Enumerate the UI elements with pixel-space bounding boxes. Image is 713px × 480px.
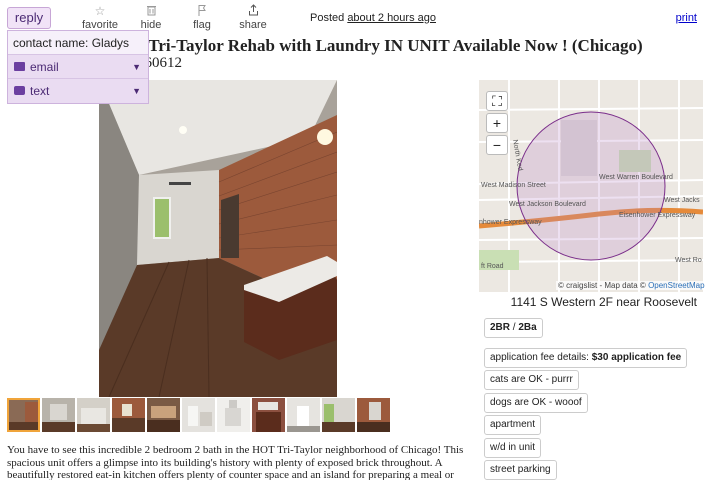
map-street-label: ft Road (481, 263, 504, 270)
map-attribution: © craigslist - Map data © OpenStreetMap (556, 281, 707, 290)
attr-application-fee: application fee details: $30 application… (484, 348, 688, 368)
text-option-label: text (30, 84, 50, 98)
attribution-text: © craigslist - Map data © (558, 281, 646, 290)
map-fullscreen-button[interactable]: ⛶ (486, 91, 508, 111)
posted-time-link[interactable]: about 2 hours ago (347, 12, 436, 24)
map-street-label: West Ro (675, 257, 702, 264)
share-label: share (239, 19, 267, 31)
attr-parking: street parking (484, 460, 557, 480)
thumbnail[interactable] (322, 398, 355, 432)
osm-link[interactable]: OpenStreetMap (648, 281, 704, 290)
chevron-down-icon: ▼ (132, 86, 141, 96)
email-option-label: email (30, 60, 59, 74)
map-street-label: West Warren Boulevard (599, 174, 673, 181)
thumbnail[interactable] (7, 398, 40, 432)
reply-button[interactable]: reply (7, 7, 51, 29)
fee-value: $30 application fee (591, 352, 682, 363)
favorite-button[interactable]: ☆ favorite (76, 4, 124, 31)
thumbnail[interactable] (42, 398, 75, 432)
map-zoom-in-button[interactable]: + (486, 113, 508, 133)
email-icon (14, 62, 25, 71)
attr-cats: cats are OK - purrr (484, 370, 579, 390)
fullscreen-icon: ⛶ (492, 93, 502, 109)
map-street-label: nhower Expressway (479, 219, 542, 226)
map-street-label: West Jacks (664, 197, 700, 204)
thumbnail[interactable] (112, 398, 145, 432)
posted-info: Posted about 2 hours ago (310, 12, 436, 24)
flag-label: flag (193, 19, 211, 31)
posting-title: EOUS Tri-Taylor Rehab with Laundry IN UN… (98, 36, 643, 55)
star-icon: ☆ (94, 4, 106, 18)
print-link[interactable]: print (676, 12, 697, 24)
attr-housing-type: apartment (484, 415, 542, 435)
map-address: 1141 S Western 2F near Roosevelt (510, 295, 697, 309)
chevron-down-icon: ▼ (132, 62, 141, 72)
map-zoom-out-button[interactable]: − (486, 135, 508, 155)
bedrooms-value: 2BR (490, 322, 511, 333)
attr-dogs: dogs are OK - wooof (484, 393, 588, 413)
flag-icon (178, 4, 226, 18)
trash-icon (127, 4, 175, 18)
thumbnail[interactable] (77, 398, 110, 432)
main-listing-photo[interactable] (99, 80, 337, 397)
location-map[interactable]: West Madison Street West Warren Boulevar… (479, 80, 703, 292)
thumbnail[interactable] (217, 398, 250, 432)
posted-prefix: Posted (310, 12, 345, 24)
flag-button[interactable]: flag (178, 4, 226, 31)
map-street-label: West Madison Street (481, 182, 546, 189)
fee-label: application fee details: (490, 352, 592, 363)
thumbnail[interactable] (147, 398, 180, 432)
thumbnail[interactable] (252, 398, 285, 432)
thumbnail[interactable] (287, 398, 320, 432)
reply-options-panel: contact name: Gladys email ▼ text ▼ (7, 30, 149, 104)
contact-name: contact name: Gladys (8, 31, 148, 55)
map-street-label: West Jackson Boulevard (509, 201, 586, 208)
share-icon (229, 4, 277, 18)
thumbnail[interactable] (182, 398, 215, 432)
reply-text-option[interactable]: text ▼ (8, 79, 148, 103)
chat-icon (14, 86, 25, 95)
thumbnail[interactable] (357, 398, 390, 432)
share-button[interactable]: share (229, 4, 277, 31)
map-street-label: Eisenhower Expressway (619, 212, 696, 219)
posting-body: You have to see this incredible 2 bedroo… (7, 444, 464, 480)
plus-icon: + (492, 115, 502, 131)
attr-bed-bath: 2BR / 2Ba (484, 318, 543, 338)
reply-email-option[interactable]: email ▼ (8, 55, 148, 79)
hide-button[interactable]: hide (127, 4, 175, 31)
bathrooms-value: 2Ba (518, 322, 537, 333)
attr-laundry: w/d in unit (484, 438, 542, 458)
thumbnail-strip (7, 398, 392, 432)
minus-icon: − (492, 137, 502, 153)
